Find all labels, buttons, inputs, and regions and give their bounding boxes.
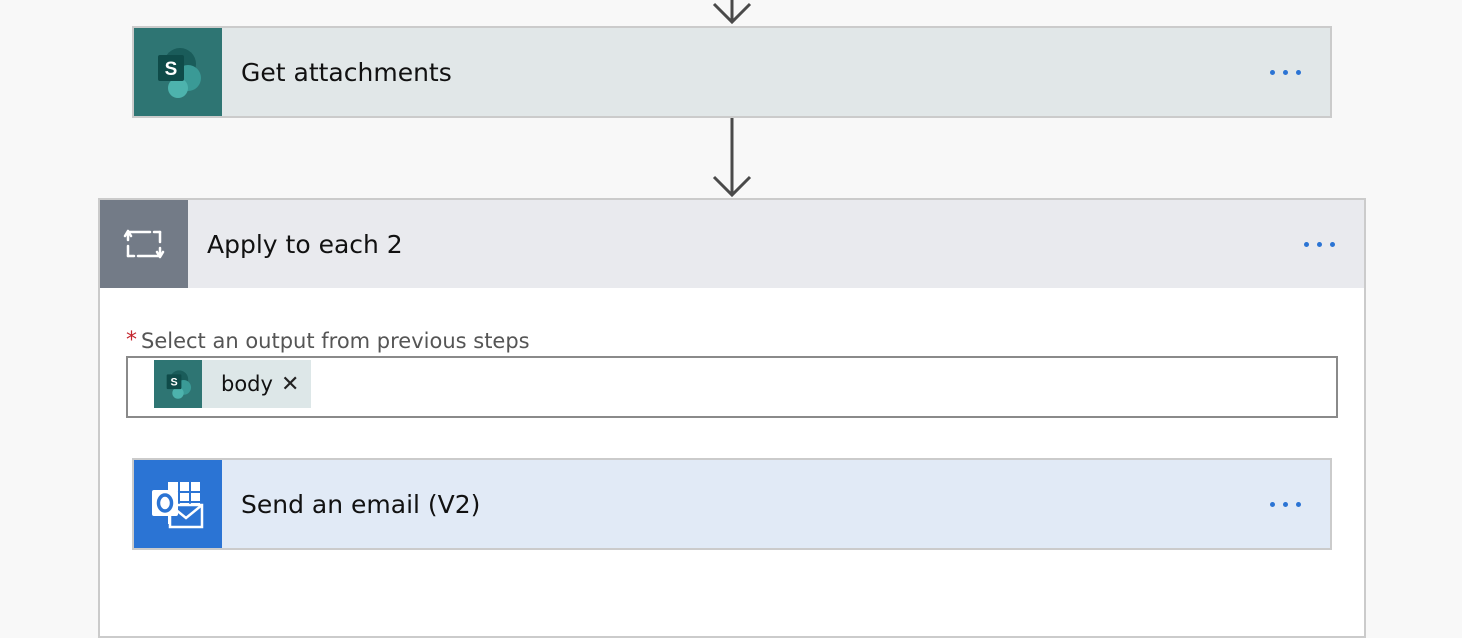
ellipsis-icon[interactable] (1240, 28, 1330, 116)
apply-to-each-header[interactable]: Apply to each 2 (100, 200, 1364, 288)
action-title: Send an email (V2) (241, 489, 481, 519)
close-icon[interactable]: ✕ (281, 360, 311, 408)
ellipsis-icon[interactable] (1274, 200, 1364, 288)
token-label: body (221, 372, 273, 396)
svg-text:S: S (170, 377, 177, 389)
field-label-text: Select an output from previous steps (141, 328, 530, 353)
apply-to-each-container: Apply to each 2 * Select an output from … (98, 198, 1366, 638)
dynamic-content-token[interactable]: S body ✕ (154, 360, 312, 408)
required-marker: * (126, 328, 137, 353)
output-field-label: * Select an output from previous steps (126, 328, 530, 353)
ellipsis-icon[interactable] (1240, 460, 1330, 548)
sharepoint-icon: S (154, 360, 202, 408)
outlook-icon (134, 460, 222, 548)
apply-to-each-title: Apply to each 2 (207, 229, 403, 259)
select-output-field[interactable]: S body ✕ (126, 356, 1338, 418)
loop-icon (100, 200, 188, 288)
send-email-action[interactable]: Send an email (V2) (132, 458, 1332, 550)
connector-arrow (712, 118, 752, 198)
svg-text:S: S (165, 59, 178, 80)
connector-arrow-top (712, 0, 752, 25)
get-attachments-action[interactable]: S Get attachments (132, 26, 1332, 118)
action-title: Get attachments (241, 57, 452, 87)
sharepoint-icon: S (134, 28, 222, 116)
